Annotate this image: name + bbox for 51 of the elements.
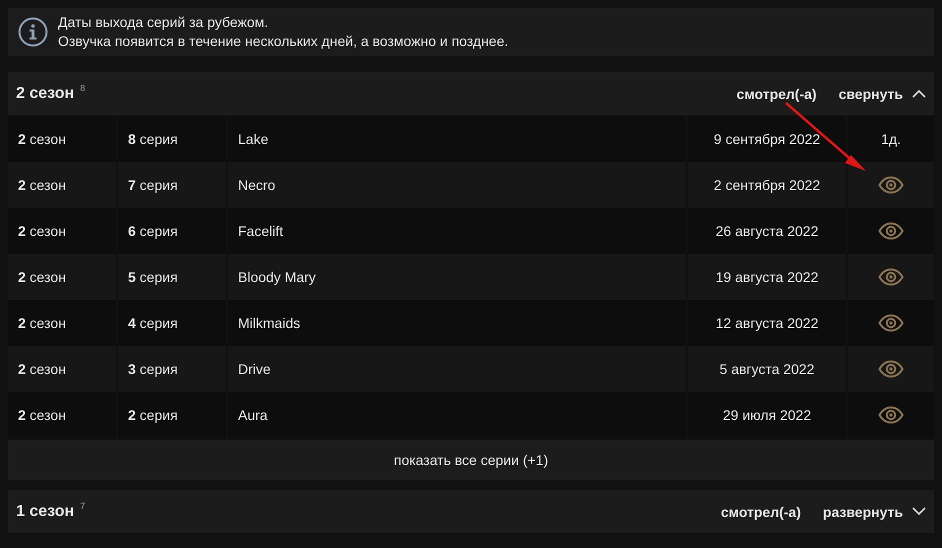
- table-cell: Aura: [228, 392, 686, 438]
- table-cell: 26 августа 2022: [688, 208, 846, 254]
- info-icon: [18, 17, 48, 47]
- season-title: 2 сезон: [16, 84, 74, 102]
- table-cell: 3 серия: [118, 346, 226, 392]
- table-cell: 2 сезон: [8, 392, 116, 438]
- notice-text: Озвучка появится в течение нескольких дней, а возможно и позднее.: [58, 32, 508, 51]
- season-header[interactable]: 1 сезон $^{7}$ смотрел(-а) развернуть: [8, 490, 934, 533]
- table-cell: 19 августа 2022: [688, 254, 846, 300]
- chevron-up-icon[interactable]: [912, 89, 926, 98]
- eye-icon[interactable]: [878, 360, 904, 378]
- table-cell: Necro: [228, 162, 686, 208]
- season-header[interactable]: 2 сезон $^{8}$ смотрел(-а) свернуть: [8, 72, 934, 115]
- table-cell: 8 серия: [118, 116, 226, 162]
- table-cell: 2 сезон: [8, 346, 116, 392]
- chevron-down-icon[interactable]: [912, 507, 926, 516]
- watched-label[interactable]: смотрел(-а): [736, 86, 817, 102]
- table-cell: Milkmaids: [228, 300, 686, 346]
- show-all-button[interactable]: показать все серии (+1): [8, 440, 934, 480]
- table-cell: 29 июля 2022: [688, 392, 846, 438]
- table-cell: 2 сезон: [8, 300, 116, 346]
- table-cell: Bloody Mary: [228, 254, 686, 300]
- table-cell: 9 сентября 2022: [688, 116, 846, 162]
- table-cell: 2 сезон: [8, 254, 116, 300]
- table-cell: 2 сезон: [8, 162, 116, 208]
- watched-label[interactable]: смотрел(-а): [720, 504, 801, 520]
- table-cell: Lake: [228, 116, 686, 162]
- episode-count: 8: [80, 83, 86, 93]
- eye-icon[interactable]: [878, 176, 904, 194]
- table-cell: 5 августа 2022: [688, 346, 846, 392]
- episode-count: 7: [80, 501, 86, 511]
- table-cell: 7 серия: [118, 162, 226, 208]
- table-cell: 2 сезон: [8, 116, 116, 162]
- table-cell: 4 серия: [118, 300, 226, 346]
- eye-icon[interactable]: [878, 314, 904, 332]
- countdown-text: 1д.: [881, 131, 901, 147]
- table-cell: 5 серия: [118, 254, 226, 300]
- table-cell: 2 сентября 2022: [688, 162, 846, 208]
- season-title: 1 сезон: [16, 502, 74, 520]
- eye-icon[interactable]: [878, 222, 904, 240]
- notice-text: Даты выхода серий за рубежом.: [58, 13, 270, 32]
- table-cell: 6 серия: [118, 208, 226, 254]
- table-cell: Facelift: [228, 208, 686, 254]
- table-cell: Drive: [228, 346, 686, 392]
- eye-icon[interactable]: [878, 268, 904, 286]
- table-cell: 2 сезон: [8, 208, 116, 254]
- table-cell: 2 серия: [118, 392, 226, 438]
- toggle-button[interactable]: развернуть: [822, 504, 926, 520]
- toggle-button[interactable]: свернуть: [838, 86, 926, 102]
- table-cell: 12 августа 2022: [688, 300, 846, 346]
- eye-icon[interactable]: [878, 406, 904, 424]
